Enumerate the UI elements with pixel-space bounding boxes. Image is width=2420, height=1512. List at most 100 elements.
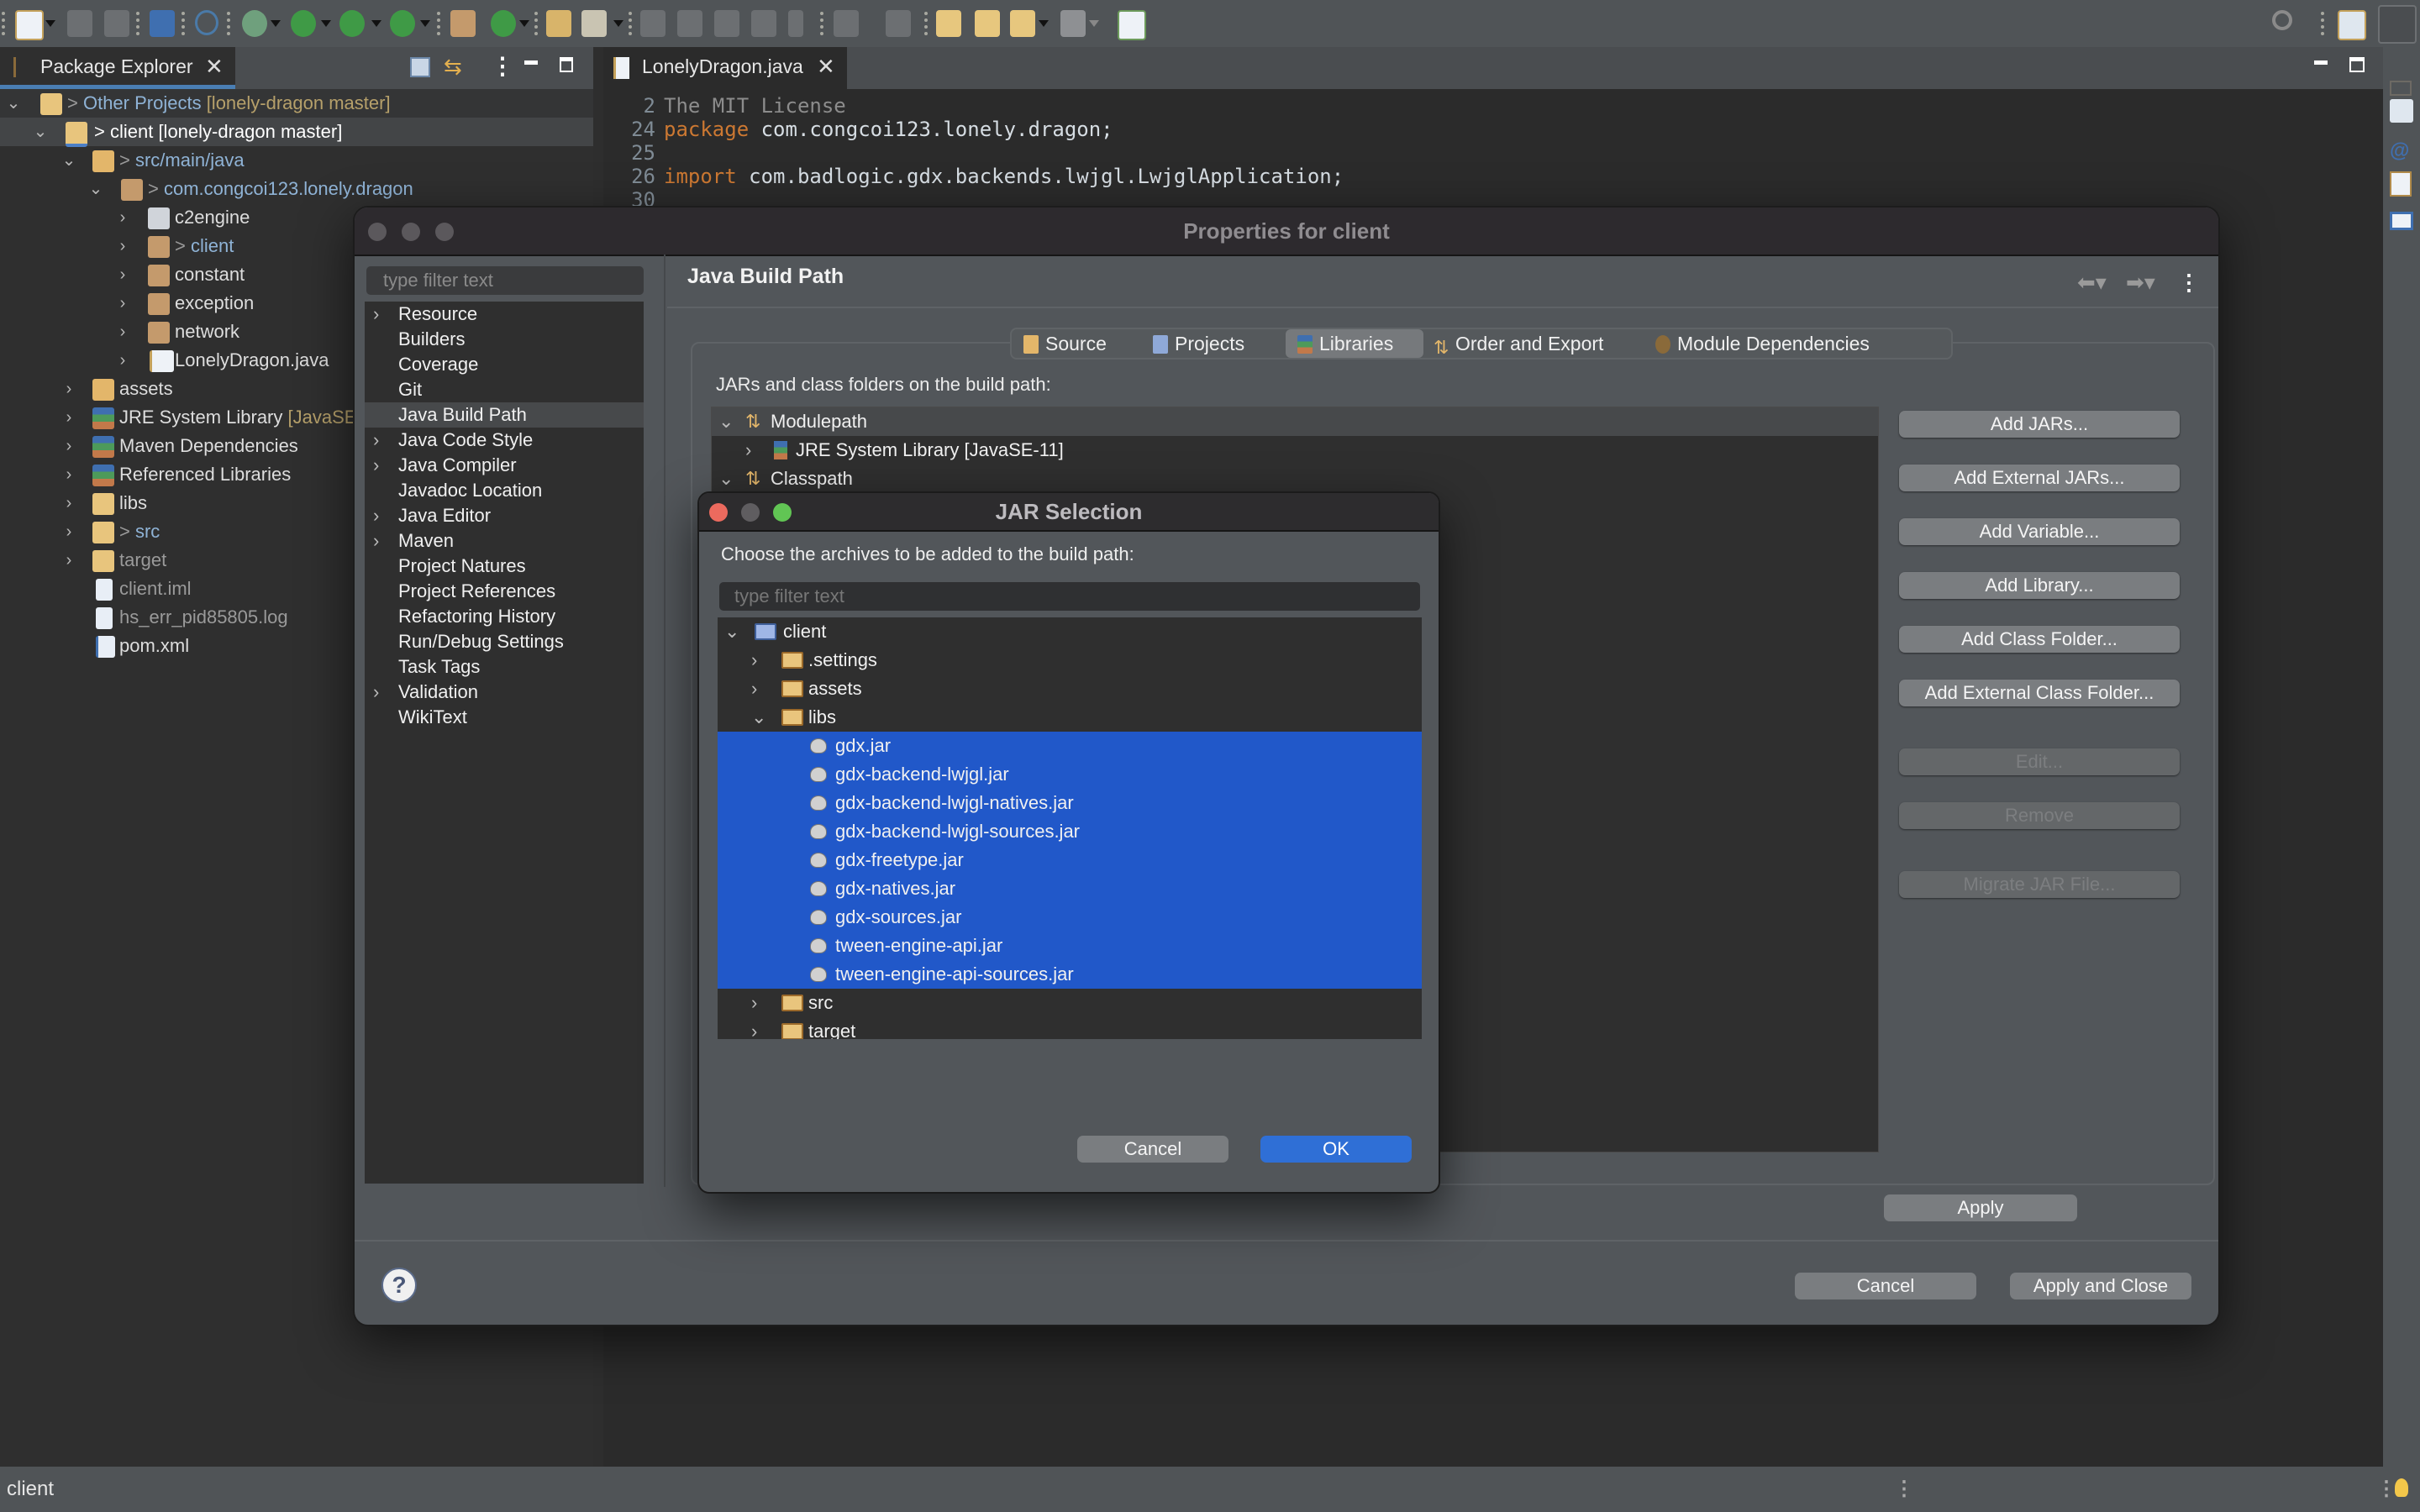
tree-item-other-projects[interactable]: ⌄ > Other Projects [lonely-dragon master… — [0, 89, 593, 118]
nav-item-validation[interactable]: › Validation — [365, 680, 644, 705]
javadoc-view-icon[interactable]: @ — [2390, 139, 2409, 163]
collapse-all-icon[interactable] — [410, 57, 430, 77]
lightbulb-icon[interactable] — [2395, 1478, 2408, 1497]
console-view-icon[interactable] — [2390, 212, 2413, 230]
chevron-down-icon[interactable]: ⌄ — [751, 703, 766, 732]
chevron-right-icon[interactable]: › — [60, 546, 77, 575]
chevron-down-icon[interactable] — [519, 20, 529, 27]
minimize-icon[interactable] — [2314, 60, 2328, 65]
link-with-editor-icon[interactable]: ⇆ — [444, 54, 462, 80]
external-tools-icon[interactable] — [390, 10, 415, 37]
chevron-down-icon[interactable]: ⌄ — [718, 407, 734, 436]
debug-icon[interactable] — [242, 10, 267, 37]
search-tool-icon[interactable] — [581, 10, 607, 37]
chevron-right-icon[interactable]: › — [751, 675, 757, 703]
chevron-right-icon[interactable]: › — [114, 203, 131, 232]
tree-item-modulepath[interactable]: ⌄ ⇅ Modulepath — [712, 407, 1878, 436]
new-icon[interactable] — [15, 10, 44, 40]
word-wrap-icon[interactable] — [714, 10, 739, 37]
open-perspective-icon[interactable] — [2338, 10, 2366, 40]
maximize-icon[interactable] — [2349, 57, 2365, 72]
tree-item-jar[interactable]: gdx-freetype.jar — [718, 846, 1422, 874]
tab-package-explorer[interactable]: Package Explorer ✕ — [0, 47, 235, 89]
nav-item-project-references[interactable]: Project References — [365, 579, 644, 604]
tab-order-and-export[interactable]: ⇅ Order and Export — [1434, 329, 1644, 358]
chevron-right-icon[interactable]: › — [114, 346, 131, 375]
nav-item-maven[interactable]: › Maven — [365, 528, 644, 554]
back-icon[interactable]: ⬅▾ — [2077, 270, 2107, 296]
search-icon[interactable] — [2272, 10, 2292, 30]
chevron-down-icon[interactable] — [371, 20, 381, 27]
nav-item-javadoc-location[interactable]: Javadoc Location — [365, 478, 644, 503]
forward-icon[interactable] — [1060, 10, 1086, 37]
tree-item-jar[interactable]: gdx-backend-lwjgl-sources.jar — [718, 817, 1422, 846]
chevron-right-icon[interactable]: › — [60, 432, 77, 460]
nav-item-refactoring-history[interactable]: Refactoring History — [365, 604, 644, 629]
apply-button[interactable]: Apply — [1884, 1194, 2077, 1221]
nav-item-java-code-style[interactable]: › Java Code Style — [365, 428, 644, 453]
tab-projects[interactable]: Projects — [1153, 329, 1276, 358]
view-menu-icon[interactable]: ⋮ — [2178, 270, 2200, 296]
chevron-right-icon[interactable]: › — [60, 403, 77, 432]
tree-item-src-main-java[interactable]: ⌄ > src/main/java — [0, 146, 593, 175]
cancel-button[interactable]: Cancel — [1077, 1136, 1228, 1163]
nav-item-java-compiler[interactable]: › Java Compiler — [365, 453, 644, 478]
nav-item-coverage[interactable]: Coverage — [365, 352, 644, 377]
chevron-right-icon[interactable]: › — [114, 318, 131, 346]
declaration-view-icon[interactable] — [2390, 171, 2412, 197]
skip-breakpoints-icon[interactable] — [195, 10, 218, 35]
back-icon[interactable] — [1010, 10, 1035, 37]
chevron-right-icon[interactable]: › — [373, 680, 379, 705]
filter-input[interactable]: type filter text — [719, 582, 1420, 611]
close-icon[interactable]: ✕ — [205, 54, 224, 80]
open-task-icon[interactable] — [1118, 10, 1146, 40]
apply-and-close-button[interactable]: Apply and Close — [2010, 1273, 2191, 1299]
chevron-down-icon[interactable]: ⌄ — [60, 146, 77, 175]
drag-handle-icon[interactable]: ⋮ — [2376, 1467, 2396, 1512]
maximize-icon[interactable] — [560, 57, 573, 72]
folded-comment[interactable]: The MIT License — [664, 94, 846, 118]
chevron-down-icon[interactable] — [45, 20, 55, 27]
tree-item-client[interactable]: ⌄ client — [718, 617, 1422, 646]
chevron-right-icon[interactable]: › — [114, 289, 131, 318]
coverage-icon[interactable] — [339, 10, 365, 37]
paragraph-icon[interactable] — [788, 10, 803, 37]
next-annotation-icon[interactable] — [834, 10, 859, 37]
chevron-down-icon[interactable]: ⌄ — [87, 175, 104, 203]
chevron-right-icon[interactable]: › — [114, 260, 131, 289]
chevron-right-icon[interactable]: › — [60, 489, 77, 517]
toggle-mark-occurrences-icon[interactable] — [640, 10, 666, 37]
tree-item-jar[interactable]: gdx-sources.jar — [718, 903, 1422, 932]
drag-handle-icon[interactable]: ⋮ — [1894, 1467, 1914, 1512]
chevron-right-icon[interactable]: › — [751, 989, 757, 1017]
restore-icon[interactable] — [2390, 81, 2412, 96]
splitter[interactable] — [664, 255, 666, 1187]
java-perspective-icon[interactable] — [2378, 5, 2417, 44]
tab-libraries[interactable]: Libraries — [1286, 329, 1423, 358]
next-edit-icon[interactable] — [975, 10, 1000, 37]
chevron-down-icon[interactable] — [613, 20, 623, 27]
terminal-icon[interactable] — [150, 10, 175, 37]
chevron-right-icon[interactable]: › — [114, 232, 131, 260]
view-menu-icon[interactable]: ⋮ — [491, 52, 514, 80]
chevron-right-icon[interactable]: › — [745, 436, 751, 465]
chevron-down-icon[interactable]: ⌄ — [724, 617, 739, 646]
filter-input[interactable]: type filter text — [366, 266, 644, 295]
chevron-down-icon[interactable] — [1089, 20, 1099, 27]
open-type-icon[interactable] — [546, 10, 571, 37]
add-jars-button[interactable]: Add JARs... — [1899, 411, 2180, 438]
chevron-right-icon[interactable]: › — [751, 1017, 757, 1039]
add-external-jars-button[interactable]: Add External JARs... — [1899, 465, 2180, 491]
chevron-right-icon[interactable]: › — [60, 375, 77, 403]
save-icon[interactable] — [67, 10, 92, 37]
forward-icon[interactable]: ➡▾ — [2126, 270, 2155, 296]
tree-item-jar[interactable]: gdx-backend-lwjgl-natives.jar — [718, 789, 1422, 817]
chevron-right-icon[interactable]: › — [60, 517, 77, 546]
tree-item-jar[interactable]: gdx.jar — [718, 732, 1422, 760]
chevron-right-icon[interactable]: › — [751, 646, 757, 675]
tree-item-libs[interactable]: ⌄ libs — [718, 703, 1422, 732]
chevron-right-icon[interactable]: › — [373, 528, 379, 554]
nav-item-project-natures[interactable]: Project Natures — [365, 554, 644, 579]
close-icon[interactable]: ✕ — [817, 54, 835, 80]
tree-item-classpath[interactable]: ⌄ ⇅ Classpath — [712, 465, 1878, 493]
